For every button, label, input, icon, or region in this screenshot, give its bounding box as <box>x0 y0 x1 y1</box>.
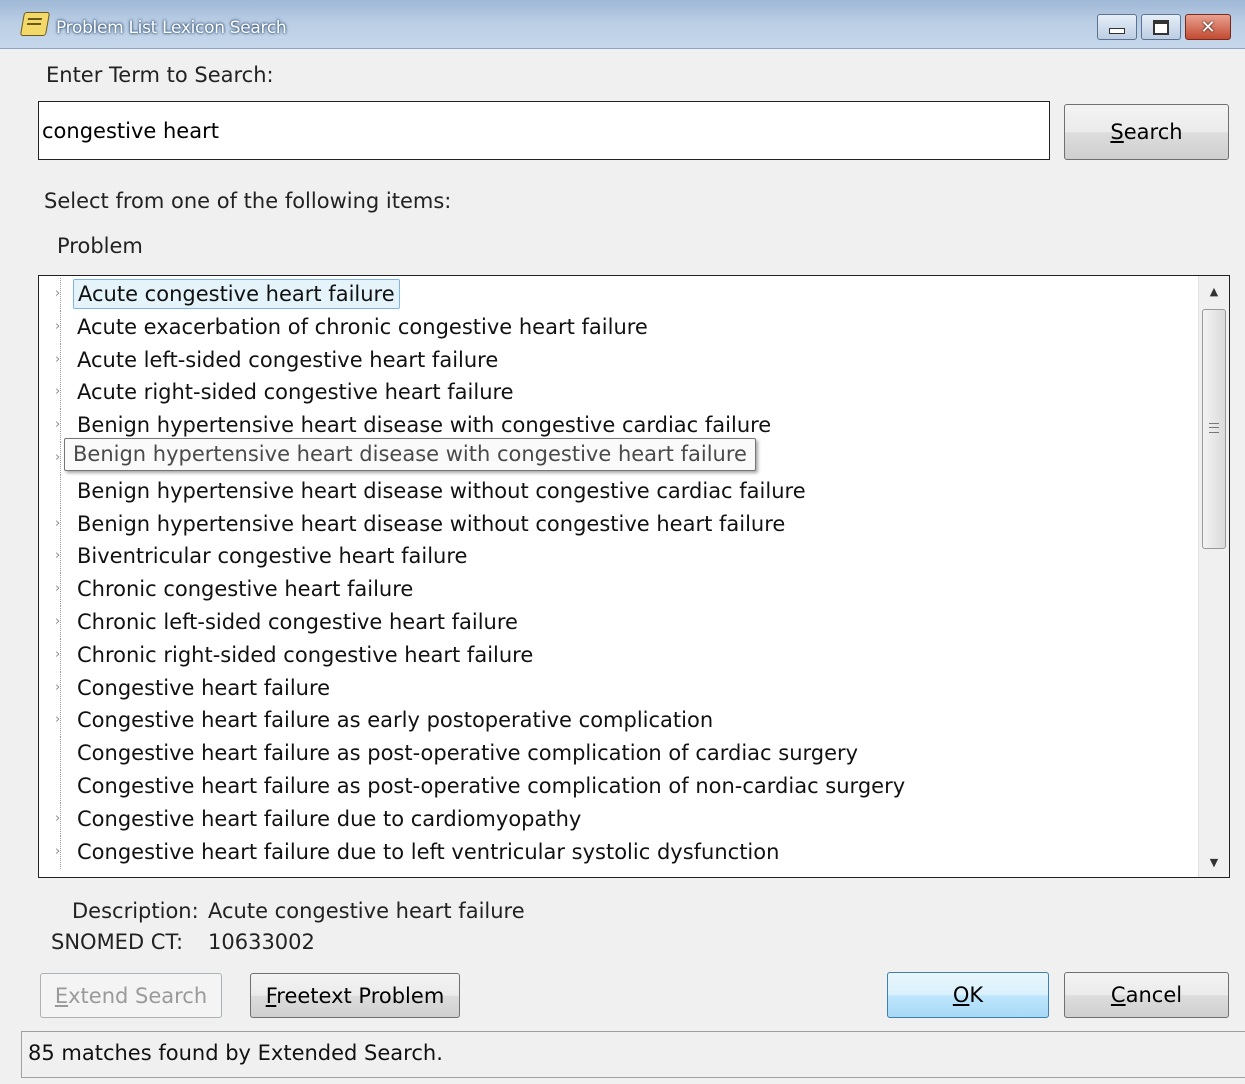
expand-chevron-icon[interactable]: › <box>55 842 67 862</box>
expand-chevron-icon[interactable]: › <box>55 546 67 566</box>
vertical-scrollbar[interactable]: ▲ ▼ <box>1198 276 1229 877</box>
tree-row-label: Acute left-sided congestive heart failur… <box>77 347 499 372</box>
expand-chevron-icon[interactable]: › <box>55 415 67 435</box>
tree-row[interactable]: › Acute exacerbation of chronic congestiv… <box>39 310 1199 344</box>
maximize-icon <box>1153 19 1169 35</box>
status-text: 85 matches found by Extended Search. <box>28 1041 443 1065</box>
window-controls: ✕ <box>1093 14 1231 40</box>
maximize-button[interactable] <box>1141 14 1181 40</box>
expand-chevron-icon[interactable]: › <box>55 612 67 632</box>
tree-row-label: Benign hypertensive heart disease with c… <box>77 413 772 438</box>
expand-chevron-icon[interactable]: › <box>55 350 67 370</box>
tree-connector <box>60 770 61 803</box>
search-button[interactable]: Search <box>1064 104 1229 160</box>
extend-search-label: Extend Search <box>54 983 208 1008</box>
status-bar: 85 matches found by Extended Search. <box>21 1031 1245 1078</box>
tree-row[interactable]: › Congestive heart failure <box>39 671 1199 705</box>
tree-connector <box>60 474 61 508</box>
tree-row-label: Benign hypertensive heart disease withou… <box>77 511 786 536</box>
expand-chevron-icon[interactable]: › <box>55 284 67 304</box>
expand-chevron-icon[interactable]: › <box>55 579 67 599</box>
tree-connector <box>60 737 61 771</box>
search-button-label: Search <box>1110 120 1183 144</box>
lexicon-search-dialog: Problem List Lexicon Search ✕ Enter Term… <box>0 0 1245 1084</box>
ok-label: OK <box>952 983 984 1007</box>
minimize-icon <box>1109 28 1125 34</box>
grip-icon <box>1209 423 1219 433</box>
tree-row-label: Acute exacerbation of chronic congestive… <box>77 314 648 339</box>
tree-row-label: Chronic left-sided congestive heart fail… <box>77 610 518 634</box>
search-input[interactable] <box>38 101 1050 160</box>
tree-row[interactable]: › Congestive heart failure due to cardiom… <box>39 802 1199 836</box>
minimize-button[interactable] <box>1097 14 1137 40</box>
tree-row[interactable]: Congestive heart failure as post-operati… <box>39 770 1199 803</box>
tree-row[interactable]: › Chronic congestive heart failure <box>39 573 1199 607</box>
tree-row[interactable]: Congestive heart failure as post-operati… <box>39 737 1199 771</box>
title-bar[interactable]: Problem List Lexicon Search ✕ <box>0 0 1245 49</box>
notepad-icon <box>19 12 51 36</box>
close-icon: ✕ <box>1200 16 1216 38</box>
expand-chevron-icon[interactable]: › <box>55 809 67 829</box>
expand-chevron-icon[interactable]: › <box>55 514 67 534</box>
snomed-label: SNOMED CT: <box>51 930 184 954</box>
tree-row[interactable]: › Acute left-sided congestive heart failu… <box>39 343 1199 377</box>
tree-row[interactable]: › Congestive heart failure as early posto… <box>39 704 1199 738</box>
cancel-button[interactable]: Cancel <box>1064 972 1229 1018</box>
tree-row-label: Chronic right-sided congestive heart fai… <box>77 642 534 667</box>
tree-row[interactable]: Benign hypertensive heart disease withou… <box>39 474 1199 508</box>
ok-button[interactable]: OK <box>887 972 1049 1018</box>
expand-chevron-icon[interactable]: › <box>55 317 67 337</box>
expand-chevron-icon[interactable]: › <box>55 678 67 698</box>
tree-row[interactable]: › Biventricular congestive heart failure <box>39 540 1199 574</box>
tree-row[interactable]: › Acute right-sided congestive heart fail… <box>39 376 1199 410</box>
tree-row-label: Acute congestive heart failure <box>73 279 400 309</box>
tree-rows: › Acute congestive heart failure › Acute ex… <box>39 276 1199 877</box>
expand-chevron-icon[interactable]: › <box>55 710 67 730</box>
tree-row-label: Acute right-sided congestive heart failu… <box>77 380 514 405</box>
tree-row-label: Congestive heart failure as early postop… <box>77 708 714 733</box>
tree-row-label: Congestive heart failure <box>77 675 331 700</box>
window-title: Problem List Lexicon Search <box>56 18 287 38</box>
tree-row-label: Benign hypertensive heart disease withou… <box>77 478 806 503</box>
scroll-thumb[interactable] <box>1202 309 1226 549</box>
list-instruction: Select from one of the following items: <box>44 189 452 213</box>
problem-tree-list[interactable]: › Acute congestive heart failure › Acute ex… <box>38 275 1230 878</box>
tree-row-label: Congestive heart failure due to left ven… <box>77 839 780 864</box>
tree-row-label: Biventricular congestive heart failure <box>77 544 468 569</box>
description-label: Description: <box>72 899 199 923</box>
expand-chevron-icon[interactable]: › <box>55 382 67 402</box>
scroll-down-icon[interactable]: ▼ <box>1199 847 1229 877</box>
cancel-label: Cancel <box>1110 983 1183 1007</box>
extend-search-button[interactable]: Extend Search <box>40 973 222 1018</box>
tree-row-label: Congestive heart failure as post-operati… <box>77 741 859 766</box>
tree-row[interactable]: › Acute congestive heart failure <box>39 278 1199 311</box>
tree-row[interactable]: › Benign hypertensive heart disease witho… <box>39 507 1199 541</box>
freetext-problem-label: Freetext Problem <box>265 983 445 1008</box>
column-header-problem[interactable]: Problem <box>57 234 143 258</box>
tree-row[interactable]: › Chronic right-sided congestive heart fa… <box>39 638 1199 672</box>
item-tooltip: Benign hypertensive heart disease with c… <box>64 438 756 471</box>
close-button[interactable]: ✕ <box>1185 14 1231 40</box>
freetext-problem-button[interactable]: Freetext Problem <box>250 973 460 1018</box>
expand-chevron-icon[interactable]: › <box>55 645 67 665</box>
tree-row-label: Chronic congestive heart failure <box>77 577 414 602</box>
snomed-code-value: 10633002 <box>208 930 315 954</box>
tree-row-label: Congestive heart failure due to cardiomy… <box>77 806 582 831</box>
tree-row[interactable]: › Congestive heart failure due to left ve… <box>39 835 1199 869</box>
scroll-up-icon[interactable]: ▲ <box>1199 276 1229 306</box>
tree-row[interactable]: › Chronic left-sided congestive heart fai… <box>39 606 1199 639</box>
search-prompt-label: Enter Term to Search: <box>46 63 274 87</box>
tree-row-label: Congestive heart failure as post-operati… <box>77 774 906 798</box>
description-value: Acute congestive heart failure <box>208 899 525 923</box>
